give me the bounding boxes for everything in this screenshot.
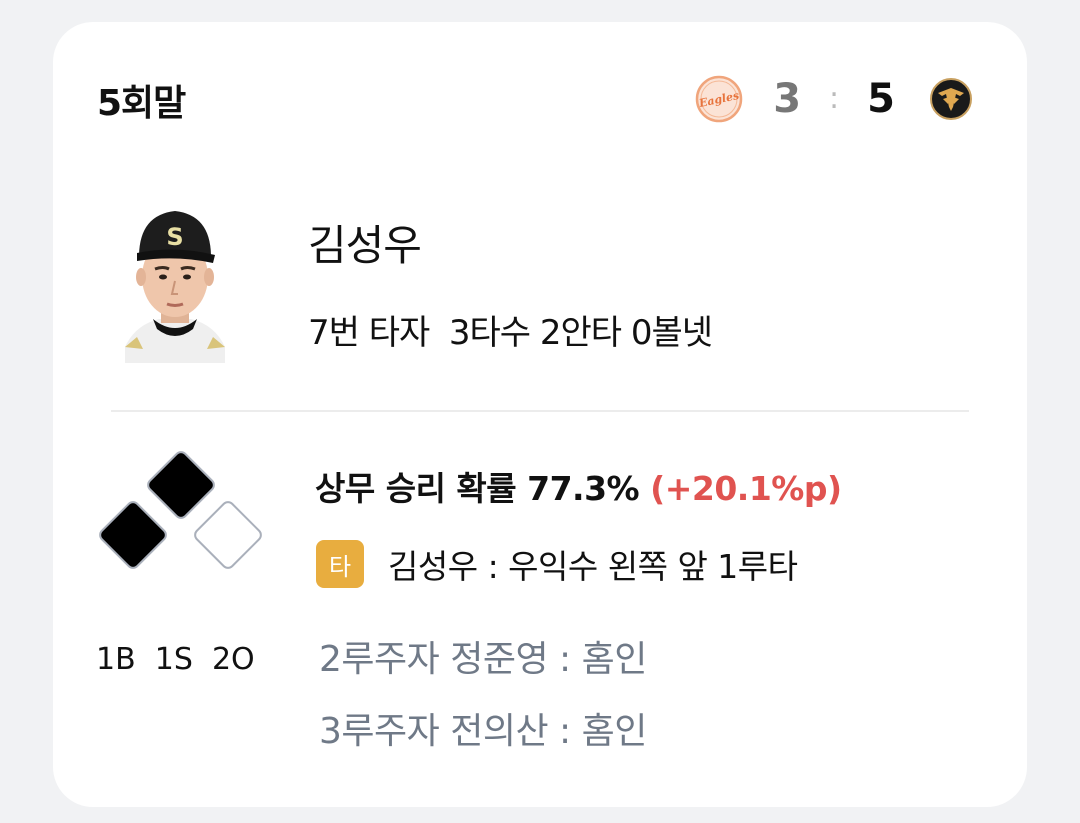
third-base — [99, 501, 167, 569]
play-description: 김성우 : 우익수 왼쪽 앞 1루타 — [388, 547, 798, 586]
section-divider — [111, 410, 969, 412]
play-type-badge: 타 — [316, 540, 364, 588]
player-avatar: S — [123, 197, 227, 363]
play-card: 5회말 Eagles 3 : 5 S 김성우 7번 타자 3타수 2안타 0볼넷… — [53, 22, 1027, 807]
inning-label: 5회말 — [97, 83, 186, 124]
batter-name: 김성우 — [308, 221, 422, 270]
play-event: 타 김성우 : 우익수 왼쪽 앞 1루타 — [316, 540, 798, 588]
scoreboard: Eagles 3 : 5 — [695, 74, 975, 124]
score-separator: : — [829, 81, 840, 116]
runner-result: 2루주자 정준영 : 홈인 — [319, 639, 647, 680]
win-probability-delta: (+20.1%p) — [650, 469, 842, 508]
eagles-logo-icon: Eagles — [695, 75, 743, 123]
ball-strike-out-count: 1B 1S 2O — [96, 642, 255, 677]
win-probability: 상무 승리 확률 77.3% (+20.1%p) — [315, 462, 842, 510]
away-score: 3 — [773, 76, 802, 122]
first-base — [194, 501, 262, 569]
batter-stats: 7번 타자 3타수 2안타 0볼넷 — [308, 313, 713, 353]
svg-text:S: S — [166, 223, 183, 251]
win-probability-text: 상무 승리 확률 77.3% — [315, 469, 640, 508]
tigers-logo-icon — [927, 75, 975, 123]
home-score: 5 — [867, 76, 895, 122]
runner-result: 3루주자 전의산 : 홈인 — [319, 711, 647, 752]
second-base — [147, 451, 215, 519]
base-diamond — [88, 442, 272, 582]
